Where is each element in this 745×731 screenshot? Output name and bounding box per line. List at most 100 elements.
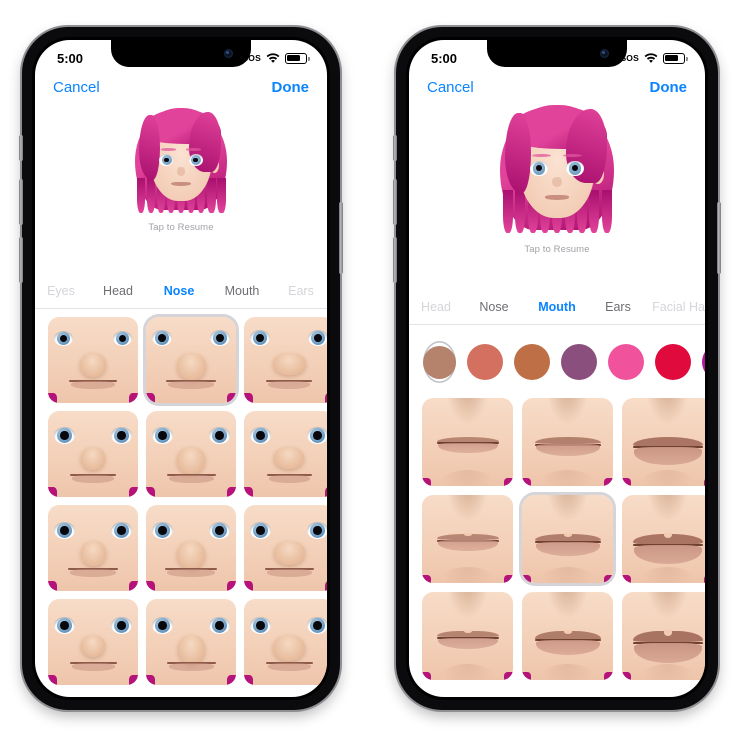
cancel-button[interactable]: Cancel (427, 79, 474, 96)
thumbnail (146, 317, 236, 403)
tab-nose[interactable]: Nose (463, 300, 525, 314)
hair-corner-right (704, 478, 705, 486)
volume-down-button[interactable] (393, 237, 397, 283)
nose-option-cell[interactable] (244, 599, 327, 685)
hair-corner-right (604, 672, 613, 680)
thumb-pupil-right (215, 621, 224, 630)
hair-corner-left (48, 675, 57, 685)
thumbnail (522, 495, 613, 583)
mouth-option-cell[interactable] (622, 495, 705, 583)
hair-corner-right (504, 478, 513, 486)
tab-nose[interactable]: Nose (149, 284, 209, 298)
thumb-lower-lip (437, 540, 498, 552)
thumb-lower-lip (535, 639, 600, 656)
memoji-avatar[interactable] (498, 102, 616, 244)
mouth-option-cell[interactable] (622, 398, 705, 486)
mouth-option-cell[interactable] (622, 592, 705, 680)
thumb-nose (177, 541, 205, 570)
thumb-nose (81, 447, 105, 471)
tab-head[interactable]: Head (409, 300, 463, 314)
nose-option-cell[interactable] (146, 411, 236, 497)
memoji-preview-left[interactable]: Tap to Resume (35, 106, 327, 233)
tab-mouth[interactable]: Mouth (209, 284, 275, 298)
thumb-lower-lip (70, 568, 116, 577)
memoji-preview-right[interactable]: Tap to Resume (409, 102, 705, 255)
tab-head[interactable]: Head (87, 284, 149, 298)
thumb-lower-lip (268, 380, 310, 389)
nose-option-cell[interactable] (48, 317, 138, 403)
thumb-cupids-bow (463, 532, 472, 537)
thumb-nose-shadow (645, 592, 690, 620)
phone-bezel-left: 5:00 SOS Cancel Done Tap to Resume Eyes … (32, 37, 330, 700)
nose-option-cell[interactable] (244, 505, 327, 591)
hair-strand (146, 177, 156, 213)
option-grid-right[interactable] (422, 398, 705, 680)
tabbar-divider (409, 324, 705, 325)
thumbnail (146, 411, 236, 497)
tap-to-resume-label[interactable]: Tap to Resume (524, 244, 589, 255)
category-tab-bar-left[interactable]: Eyes Head Nose Mouth Ears (35, 274, 327, 308)
thumb-upper-lip (632, 436, 703, 447)
mouth-option-cell[interactable] (422, 592, 513, 680)
power-button[interactable] (339, 202, 343, 274)
mouth-option-cell[interactable] (522, 495, 613, 583)
screen-right: 5:00 SOS Cancel Done Tap to Resume Head … (409, 40, 705, 697)
color-swatch[interactable] (467, 344, 503, 380)
color-swatch[interactable] (561, 344, 597, 380)
battery-icon (663, 52, 688, 64)
thumb-lower-lip (633, 643, 702, 664)
mouth-option-cell[interactable] (522, 592, 613, 680)
mouth-option-cell[interactable] (422, 495, 513, 583)
thumb-nose (273, 541, 305, 566)
color-swatch[interactable] (608, 344, 644, 380)
screen-left: 5:00 SOS Cancel Done Tap to Resume Eyes … (35, 40, 327, 697)
category-tab-bar-right[interactable]: HeadNoseMouthEarsFacial Hair (409, 290, 705, 324)
thumb-nose (272, 353, 306, 376)
color-swatch[interactable] (655, 344, 691, 380)
hair-corner-left (146, 581, 155, 591)
power-button[interactable] (717, 202, 721, 274)
volume-up-button[interactable] (19, 179, 23, 225)
thumb-lower-lip (535, 542, 600, 556)
nose-option-cell[interactable] (48, 505, 138, 591)
cancel-button[interactable]: Cancel (53, 79, 100, 96)
done-button[interactable]: Done (272, 79, 310, 96)
silence-switch[interactable] (393, 135, 397, 161)
tab-eyes[interactable]: Eyes (35, 284, 87, 298)
color-swatch[interactable] (514, 344, 550, 380)
color-swatch[interactable] (423, 345, 456, 379)
mouth-option-cell[interactable] (422, 398, 513, 486)
status-time: 5:00 (57, 50, 84, 66)
nose-option-cell[interactable] (146, 599, 236, 685)
tab-ears[interactable]: Ears (589, 300, 647, 314)
nose-option-cell[interactable] (146, 317, 236, 403)
option-grid-left[interactable] (48, 317, 327, 685)
thumb-pupil-right (313, 431, 322, 440)
memoji-avatar[interactable] (133, 106, 229, 222)
nose-option-cell[interactable] (48, 599, 138, 685)
tab-ears[interactable]: Ears (275, 284, 327, 298)
thumb-lower-lip (168, 662, 214, 671)
thumb-chin-shade (540, 470, 595, 486)
nose-option-cell[interactable] (146, 505, 236, 591)
volume-up-button[interactable] (393, 179, 397, 225)
hair-corner-right (129, 675, 138, 685)
tap-to-resume-label[interactable]: Tap to Resume (148, 222, 213, 233)
hair-strand (515, 190, 526, 233)
pupil-left (536, 165, 542, 172)
nose-option-cell[interactable] (48, 411, 138, 497)
tab-facial-hair[interactable]: Facial Hair (647, 300, 705, 314)
done-button[interactable]: Done (650, 79, 688, 96)
nose-option-cell[interactable] (244, 317, 327, 403)
mouth-option-cell[interactable] (522, 398, 613, 486)
volume-down-button[interactable] (19, 237, 23, 283)
nose (176, 167, 186, 176)
color-swatch[interactable] (702, 344, 705, 380)
tab-mouth[interactable]: Mouth (525, 300, 589, 314)
silence-switch[interactable] (19, 135, 23, 161)
thumb-pupil-left (60, 431, 69, 440)
color-swatch-row[interactable] (423, 336, 705, 388)
color-swatch-selected[interactable] (423, 341, 456, 383)
notch (487, 40, 627, 67)
nose-option-cell[interactable] (244, 411, 327, 497)
